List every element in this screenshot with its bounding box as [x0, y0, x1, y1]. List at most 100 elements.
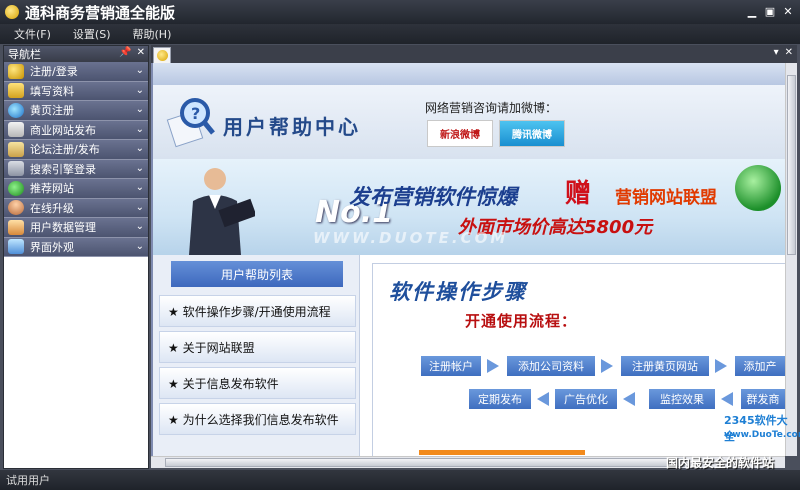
- chevron-down-icon: ⌄: [135, 221, 144, 232]
- help-list-panel: 用户帮助列表 ★ 软件操作步骤/开通使用流程 ★ 关于网站联盟 ★ 关于信息发布…: [153, 255, 360, 456]
- sidebar-item-appearance[interactable]: 界面外观 ⌄: [4, 237, 148, 257]
- chevron-down-icon: ⌄: [135, 240, 144, 252]
- step-add-product: 添加产: [735, 356, 785, 376]
- sina-weibo-button[interactable]: 新浪微博: [427, 120, 493, 147]
- menu-file[interactable]: 文件(F): [14, 26, 51, 42]
- chevron-down-icon: ⌄: [135, 123, 144, 135]
- menu-settings[interactable]: 设置(S): [73, 26, 111, 42]
- arrow-right-icon: [601, 359, 613, 373]
- sidebar-item-label: 黄页注册: [30, 104, 74, 118]
- navigation-sidebar: 导航栏 📌 ✕ 注册/登录 ⌄ 填写资料 ⌄ 黄页注册 ⌄ 商业网站发布 ⌄ 论…: [3, 45, 149, 469]
- banner-gift: 赠: [565, 179, 592, 209]
- home-tab-icon: [156, 50, 168, 61]
- sidebar-item-label: 搜索引擎登录: [30, 162, 96, 176]
- sidebar-item-fill-info[interactable]: 填写资料 ⌄: [4, 81, 148, 101]
- maximize-button[interactable]: ▣: [762, 4, 778, 19]
- businessman-image: [189, 168, 255, 255]
- step-mass-send: 群发商: [741, 389, 785, 409]
- sidebar-header: 导航栏 📌 ✕: [4, 46, 148, 62]
- search-engine-icon: [8, 161, 24, 177]
- step-scheduled-publish: 定期发布: [469, 389, 531, 409]
- document-tab-bar: ▾ ✕: [151, 45, 797, 63]
- sidebar-item-label: 界面外观: [30, 240, 74, 254]
- menu-help[interactable]: 帮助(H): [133, 26, 172, 42]
- banner-headline: 发布营销软件惊爆: [349, 185, 517, 209]
- watermark-slogan: 国内最安全的软件站: [666, 456, 775, 470]
- chevron-down-icon: ⌄: [135, 162, 144, 174]
- banner-subhead: 营销网站联盟: [615, 188, 717, 208]
- arrow-right-icon: [487, 359, 499, 373]
- help-item-operation-steps[interactable]: ★ 软件操作步骤/开通使用流程: [159, 295, 356, 327]
- globe-graphic: [735, 165, 781, 211]
- sidebar-item-label: 论坛注册/发布: [30, 143, 100, 157]
- watermark-site: www.DuoTe.com: [724, 430, 800, 440]
- status-text: 试用用户: [6, 474, 50, 487]
- site-watermark: 2345软件大全 www.DuoTe.com 国内最安全的软件站: [662, 408, 800, 470]
- sidebar-item-label: 注册/登录: [30, 65, 78, 79]
- pin-icon[interactable]: 📌: [119, 47, 131, 58]
- help-center-page: ? 用户帮助中心 网络营销咨询请加微博： 新浪微博 腾讯微博 No.1 发布营销…: [151, 63, 785, 456]
- chevron-down-icon: ⌄: [135, 65, 144, 76]
- menu-bar: 文件(F) 设置(S) 帮助(H): [0, 24, 800, 44]
- sidebar-item-recommend[interactable]: 推荐网站 ⌄: [4, 179, 148, 199]
- sidebar-item-label: 商业网站发布: [30, 123, 96, 137]
- horizontal-scroll-thumb[interactable]: [165, 458, 685, 467]
- help-item-why-choose[interactable]: ★ 为什么选择我们信息发布软件: [159, 403, 356, 435]
- sidebar-item-yellow-pages[interactable]: 黄页注册 ⌄: [4, 101, 148, 121]
- chevron-down-icon: ⌄: [135, 84, 144, 96]
- step-register-account: 注册帐户: [421, 356, 481, 376]
- sidebar-item-label: 填写资料: [30, 84, 74, 98]
- tab-list-icon[interactable]: ▾: [774, 47, 779, 58]
- sidebar-item-register-login[interactable]: 注册/登录 ⌄: [4, 62, 148, 82]
- forum-icon: [8, 141, 24, 157]
- sidebar-item-business-publish[interactable]: 商业网站发布 ⌄: [4, 120, 148, 140]
- check-icon: [8, 180, 24, 196]
- step-monitor-results: 监控效果: [649, 389, 715, 409]
- promo-banner[interactable]: No.1 发布营销软件惊爆 赠 营销网站联盟 外面市场价高达5800元 WWW.…: [153, 159, 785, 255]
- sidebar-item-online-upgrade[interactable]: 在线升级 ⌄: [4, 198, 148, 218]
- sidebar-item-user-data[interactable]: 用户数据管理 ⌄: [4, 218, 148, 238]
- minimize-button[interactable]: ▁: [744, 4, 760, 19]
- globe-icon: [8, 102, 24, 118]
- weibo-label: 网络营销咨询请加微博：: [425, 101, 558, 115]
- sidebar-item-label: 在线升级: [30, 201, 74, 215]
- page-title: 用户帮助中心: [223, 115, 361, 139]
- close-button[interactable]: ✕: [780, 4, 796, 19]
- monitor-icon: [8, 239, 24, 255]
- vertical-scroll-thumb[interactable]: [787, 75, 796, 255]
- book-icon: [8, 122, 24, 138]
- window-title: 通科商务营销通全能版: [25, 3, 176, 22]
- step-register-yellowpages: 注册黄页网站: [621, 356, 709, 376]
- sidebar-item-search-engine[interactable]: 搜索引擎登录 ⌄: [4, 159, 148, 179]
- sidebar-close-icon[interactable]: ✕: [137, 47, 145, 58]
- arrow-left-icon: [623, 392, 635, 406]
- step-ad-optimize: 广告优化: [555, 389, 617, 409]
- folder-icon: [8, 83, 24, 99]
- help-item-about-software[interactable]: ★ 关于信息发布软件: [159, 367, 356, 399]
- banner-watermark: WWW.DUOTE.COM: [313, 229, 509, 247]
- orange-divider: [419, 450, 585, 455]
- top-strip: [153, 63, 785, 85]
- vertical-scrollbar[interactable]: [785, 63, 797, 456]
- tab-close-icon[interactable]: ✕: [785, 47, 793, 58]
- sidebar-item-forum[interactable]: 论坛注册/发布 ⌄: [4, 140, 148, 160]
- tencent-weibo-button[interactable]: 腾讯微博: [499, 120, 565, 147]
- key-icon: [8, 63, 24, 79]
- help-list-header: 用户帮助列表: [171, 261, 343, 287]
- window-controls: ▁ ▣ ✕: [744, 4, 796, 19]
- arrow-right-icon: [715, 359, 727, 373]
- tab-home[interactable]: [153, 47, 171, 63]
- steps-subtitle: 开通使用流程：: [465, 312, 578, 330]
- steps-title: 软件操作步骤: [389, 280, 527, 304]
- data-icon: [8, 219, 24, 235]
- magnifier-icon: ?: [166, 98, 215, 148]
- title-bar: 通科商务营销通全能版 ▁ ▣ ✕: [0, 0, 800, 24]
- chevron-down-icon: ⌄: [135, 104, 144, 115]
- app-icon: [5, 5, 19, 19]
- step-add-company: 添加公司资料: [507, 356, 595, 376]
- help-header: ? 用户帮助中心 网络营销咨询请加微博： 新浪微博 腾讯微博: [153, 85, 785, 159]
- sidebar-title: 导航栏: [8, 48, 41, 61]
- svg-text:?: ?: [191, 104, 200, 123]
- arrow-left-icon: [721, 392, 733, 406]
- help-item-website-alliance[interactable]: ★ 关于网站联盟: [159, 331, 356, 363]
